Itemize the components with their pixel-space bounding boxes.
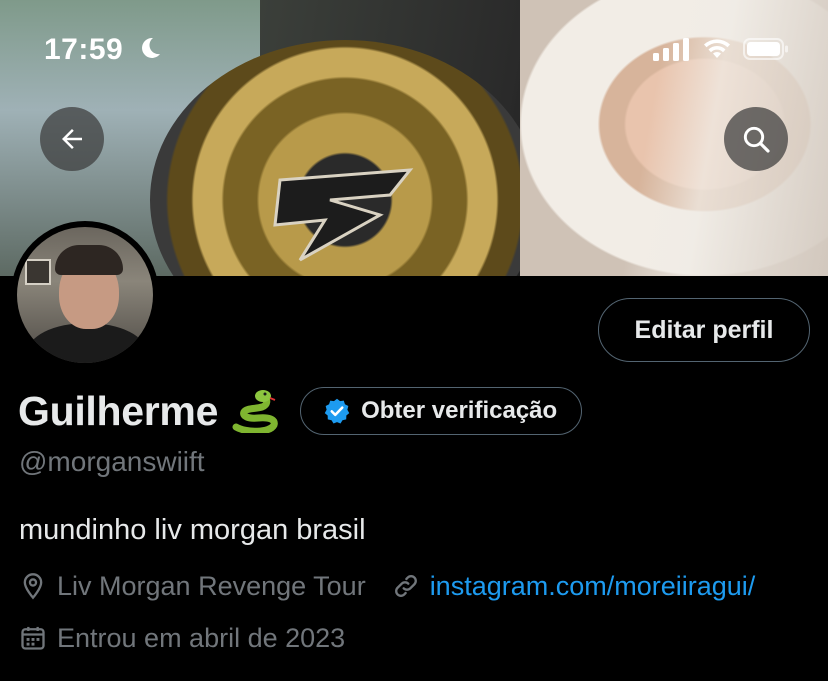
search-icon bbox=[743, 126, 770, 153]
get-verified-label: Obter verificação bbox=[361, 397, 558, 424]
avatar-hair bbox=[55, 245, 123, 275]
arrow-left-icon bbox=[62, 129, 82, 149]
avatar-background-shelf bbox=[25, 259, 51, 285]
profile-website-link[interactable]: instagram.com/moreiiragui/ bbox=[430, 571, 756, 602]
profile-joined-row: Entrou em abril de 2023 bbox=[19, 620, 345, 656]
avatar-shirt bbox=[27, 323, 147, 363]
profile-joined-date: Entrou em abril de 2023 bbox=[57, 622, 346, 653]
edit-profile-button[interactable]: Editar perfil bbox=[598, 298, 810, 362]
location-pin-icon bbox=[23, 573, 43, 600]
wifi-icon bbox=[704, 39, 730, 58]
avatar[interactable] bbox=[17, 227, 153, 363]
battery-icon bbox=[743, 38, 788, 60]
snake-emoji bbox=[232, 390, 278, 433]
status-bar: 17:59 bbox=[0, 0, 828, 100]
banner-belt-logo bbox=[273, 168, 414, 262]
get-verified-button[interactable]: Obter verificação bbox=[300, 387, 583, 435]
link-icon bbox=[394, 575, 417, 597]
user-handle: @morganswiift bbox=[19, 446, 205, 477]
profile-location: Liv Morgan Revenge Tour bbox=[57, 570, 366, 601]
verified-badge-icon bbox=[324, 398, 350, 424]
calendar-icon bbox=[21, 626, 45, 650]
profile-meta-row: Liv Morgan Revenge Tour instagram.com/mo… bbox=[19, 568, 755, 604]
cellular-signal-icon bbox=[653, 38, 689, 61]
moon-icon bbox=[142, 37, 160, 58]
status-time: 17:59 bbox=[44, 33, 124, 66]
display-name: Guilherme bbox=[18, 387, 219, 434]
profile-bio: mundinho liv morgan brasil bbox=[19, 514, 366, 546]
name-row: Guilherme Obter verificação bbox=[18, 386, 583, 436]
back-button[interactable] bbox=[40, 107, 104, 171]
search-button[interactable] bbox=[724, 107, 788, 171]
avatar-container[interactable] bbox=[11, 221, 159, 369]
